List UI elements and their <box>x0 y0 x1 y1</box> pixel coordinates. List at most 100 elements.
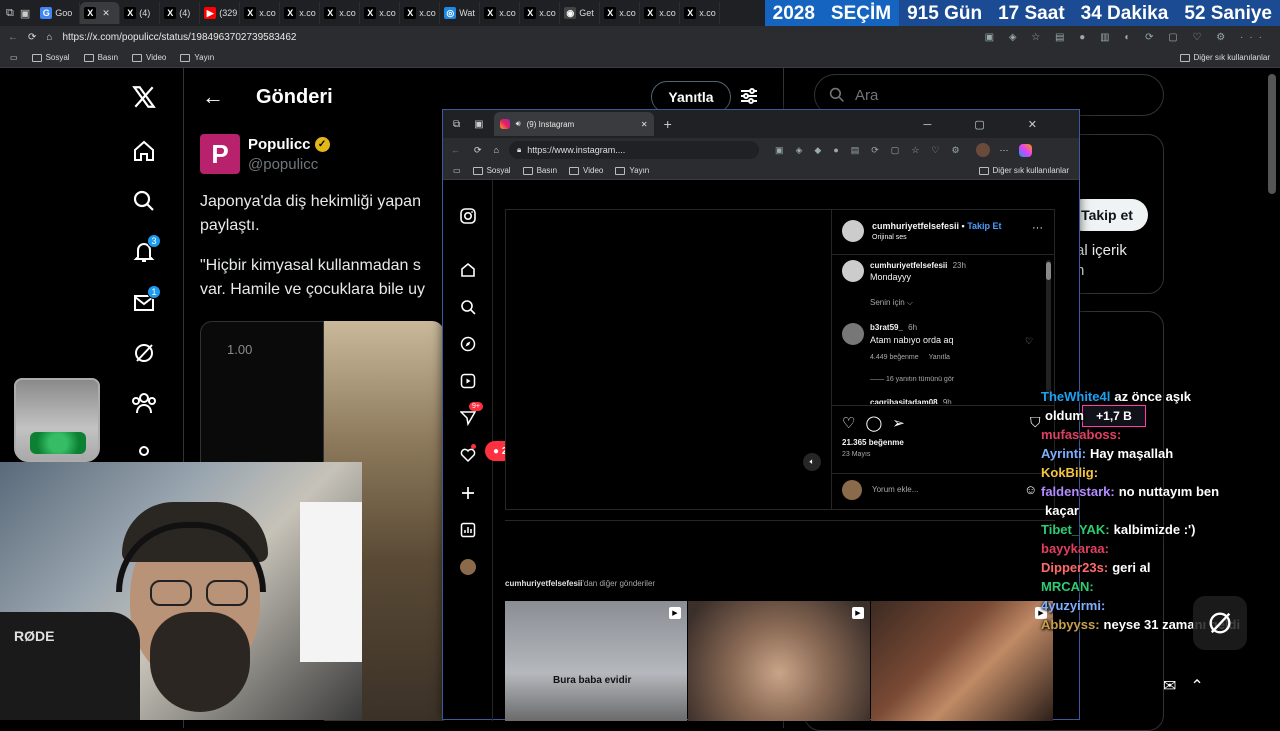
notifications-heart-icon[interactable] <box>458 444 478 465</box>
profile-avatar[interactable] <box>458 557 478 577</box>
back-icon[interactable]: ← <box>451 145 460 155</box>
bookmark-yayin[interactable]: Yayın <box>615 166 649 175</box>
close-tab-icon[interactable]: ✕ <box>641 120 648 129</box>
bookmark-yayin[interactable]: Yayın <box>180 53 214 62</box>
bookmark-basin[interactable]: Basın <box>522 166 557 175</box>
post-author-avatar[interactable] <box>842 220 864 242</box>
browser-tab[interactable]: Xx.co <box>400 2 441 24</box>
audio-label[interactable]: Orijinal ses <box>872 234 907 241</box>
browser-tab[interactable]: X ✕ <box>80 2 121 24</box>
view-replies-link[interactable]: —— 16 yanıtın tümünü gör <box>870 376 954 383</box>
instagram-logo-icon[interactable] <box>458 206 478 226</box>
notifications-bell-icon[interactable]: 3 <box>125 233 163 271</box>
workspaces-icon[interactable]: ⧉ <box>453 119 460 130</box>
speaker-icon[interactable]: 🔊︎ <box>516 119 521 129</box>
bookmark-sosyal[interactable]: Sosyal <box>472 166 511 175</box>
browser-tab[interactable]: Xx.co <box>280 2 321 24</box>
browser-tab[interactable]: Xx.co <box>480 2 521 24</box>
home-icon[interactable] <box>125 132 163 170</box>
caption-author[interactable]: cumhuriyetfelsefesii <box>870 261 947 270</box>
browser-tab[interactable]: Xx.co <box>360 2 401 24</box>
author-name-row[interactable]: Populicc ✓ <box>248 136 330 153</box>
post-video[interactable]: 🔈︎ <box>506 210 831 509</box>
search-icon[interactable] <box>458 297 478 317</box>
filter-sliders-icon[interactable] <box>739 86 759 106</box>
explore-compass-icon[interactable] <box>458 334 478 354</box>
page-scrollbar[interactable] <box>1268 74 1276 194</box>
comments-scrollbar[interactable] <box>1046 260 1051 400</box>
more-menu-icon[interactable]: ··· <box>1000 145 1009 155</box>
home-icon[interactable]: ⌂ <box>46 32 52 43</box>
create-plus-icon[interactable] <box>458 483 478 503</box>
new-tab-icon[interactable]: + <box>664 116 672 132</box>
browser-tab[interactable]: G Goo <box>36 2 81 24</box>
expand-up-icon[interactable]: ⌃ <box>1190 676 1203 696</box>
bookmark-video[interactable]: Video <box>132 53 166 62</box>
messages-direct-icon[interactable]: 9+ <box>458 402 483 428</box>
extension-icons[interactable]: ▣ ◈ ☆ ▤ ● ▥ ◐ ⟳ ▢ ♡ ⚙ ··· <box>985 32 1268 43</box>
browser-tab[interactable]: Xx.co <box>520 2 561 24</box>
more-options-icon[interactable]: ··· <box>1032 222 1043 234</box>
x-logo-icon[interactable] <box>125 78 163 116</box>
messages-drawer-bar[interactable]: ✉ ⌃ <box>1163 676 1204 696</box>
messages-envelope-icon[interactable]: 1 <box>125 284 163 322</box>
tab-actions-icon[interactable]: ▣ <box>474 119 483 130</box>
browser-tab[interactable]: X (4) <box>160 2 201 24</box>
bookmark-toggle-icon[interactable]: ▭ <box>453 166 461 175</box>
grok-icon[interactable] <box>125 334 163 372</box>
more-posts-author[interactable]: cumhuriyetfelsefesii <box>505 579 582 588</box>
follow-link[interactable]: Takip Et <box>967 221 1001 231</box>
next-comment-author[interactable]: cagribasitadam08 <box>870 398 938 404</box>
dashboard-icon[interactable] <box>458 520 478 540</box>
workspaces-icon[interactable]: ⧉ <box>6 7 14 20</box>
home-icon[interactable] <box>458 260 478 280</box>
emoji-icon[interactable]: ☺ <box>1024 482 1037 497</box>
comment-input[interactable]: Yorum ekle... <box>872 485 918 494</box>
caption-avatar[interactable] <box>842 260 864 282</box>
grok-floating-button[interactable] <box>1193 596 1247 650</box>
profile-avatar-icon[interactable] <box>975 143 990 157</box>
bookmark-sosyal[interactable]: Sosyal <box>31 53 70 62</box>
like-heart-icon[interactable]: ♡ <box>842 414 855 432</box>
more-post-thumb-3[interactable]: ▶ <box>871 601 1053 721</box>
author-name[interactable]: Populicc <box>248 136 311 153</box>
for-you-dropdown[interactable]: Senin için ⌵ <box>870 298 913 308</box>
bookmark-toggle-icon[interactable]: ▭ <box>10 53 18 62</box>
home-icon[interactable]: ⌂ <box>494 145 499 155</box>
browser-tab[interactable]: Xx.co <box>640 2 681 24</box>
tab-actions-icon[interactable]: ▣ <box>20 7 30 20</box>
more-post-thumb-2[interactable]: ▶ <box>688 601 870 721</box>
reels-icon[interactable] <box>458 371 478 391</box>
back-arrow-icon[interactable]: ← <box>202 84 224 110</box>
comment-bubble-icon[interactable]: ◯ <box>865 414 882 432</box>
explore-search-icon[interactable] <box>125 182 163 220</box>
share-send-icon[interactable]: ➢ <box>892 414 905 432</box>
browser-tab[interactable]: ◉ Get <box>560 2 601 24</box>
ig-active-tab[interactable]: 🔊︎ (9) Instagram ✕ <box>493 112 654 136</box>
comment-like-count[interactable]: 4.449 beğenme <box>870 354 919 361</box>
back-icon[interactable]: ← <box>8 32 18 43</box>
browser-tab[interactable]: Xx.co <box>240 2 281 24</box>
reload-icon[interactable]: ⟳ <box>28 32 36 43</box>
url-field[interactable]: https://x.com/populicc/status/1984963702… <box>62 32 974 43</box>
browser-tab[interactable]: Xx.co <box>320 2 361 24</box>
comment-like-heart-icon[interactable]: ♡ <box>1025 336 1033 347</box>
browser-tab[interactable]: Xx.co <box>600 2 641 24</box>
post-like-count[interactable]: 21.365 beğenme <box>842 438 904 447</box>
browser-tab[interactable]: ▶ (329 <box>200 2 241 24</box>
browser-tab[interactable]: ◎ Wat <box>440 2 481 24</box>
ig-extension-icons[interactable]: ▣◈◆●▤⟳▢☆♡⚙ <box>775 145 972 156</box>
bookmark-video[interactable]: Video <box>569 166 603 175</box>
new-message-icon[interactable]: ✉ <box>1163 676 1176 696</box>
browser-tab[interactable]: X (4) <box>120 2 161 24</box>
save-bookmark-icon[interactable]: ⛉ <box>1030 414 1041 431</box>
post-author-name[interactable]: cumhuriyetfelsefesii <box>872 221 959 231</box>
bookmark-basin[interactable]: Basın <box>83 53 118 62</box>
ig-url-field[interactable]: 🔒︎ https://www.instagram.... <box>508 141 759 159</box>
author-handle[interactable]: @populicc <box>248 156 318 173</box>
bookmark-other[interactable]: Diğer sık kullanılanlar <box>978 166 1069 175</box>
mute-icon[interactable]: 🔈︎ <box>803 453 821 471</box>
more-post-thumb-1[interactable]: Bura baba evidir ▶ <box>505 601 687 721</box>
comment-avatar[interactable] <box>842 323 864 345</box>
window-controls[interactable]: ─ ▢ ✕ <box>923 118 1057 131</box>
